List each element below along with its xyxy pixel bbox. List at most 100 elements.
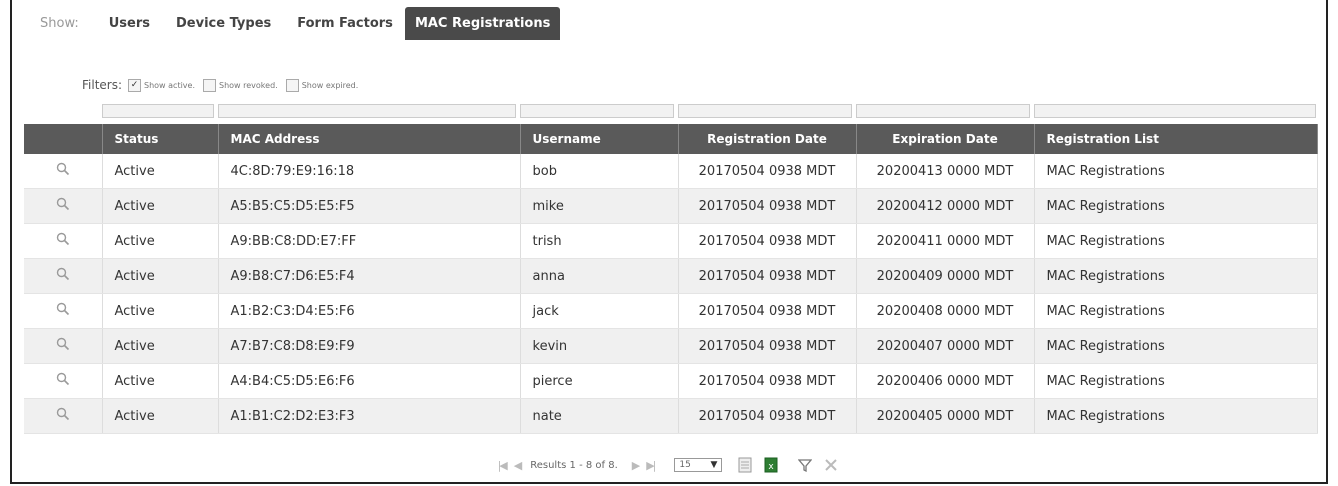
registration-list-cell: MAC Registrations xyxy=(1034,398,1318,434)
table-row[interactable]: Active A1:B1:C2:D2:E3:F3 nate 20170504 0938… xyxy=(24,398,1318,434)
results-count: Results 1 - 8 of 8. xyxy=(530,459,618,471)
mac-address-cell: A1:B2:C3:D4:E5:F6 xyxy=(218,293,521,329)
regdate-filter-input[interactable] xyxy=(678,104,852,118)
table-row[interactable]: Active A9:B8:C7:D6:E5:F4 anna 20170504 0938… xyxy=(24,258,1318,294)
registration-list-cell: MAC Registrations xyxy=(1034,223,1318,259)
mac-registrations-panel: Show: Users Device Types Form Factors MA… xyxy=(10,0,1328,484)
magnifier-icon[interactable] xyxy=(56,162,70,180)
filters-label: Filters: xyxy=(82,78,123,92)
table-row[interactable]: Active A1:B2:C3:D4:E5:F6 jack 20170504 0938… xyxy=(24,293,1318,329)
show-expired-label: Show expired. xyxy=(301,80,359,90)
status-cell: Active xyxy=(102,188,219,224)
show-expired-checkbox[interactable] xyxy=(285,78,299,92)
registration-date-cell: 20170504 0938 MDT xyxy=(678,188,857,224)
magnifier-icon[interactable] xyxy=(56,267,70,285)
show-active-label: Show active. xyxy=(144,80,196,90)
registration-date-cell: 20170504 0938 MDT xyxy=(678,328,857,364)
page-size-select[interactable]: 15 ▼ xyxy=(674,458,723,472)
mac-filter-input[interactable] xyxy=(218,104,516,118)
show-revoked-label: Show revoked. xyxy=(219,80,278,90)
magnifier-icon[interactable] xyxy=(56,197,70,215)
registration-list-cell: MAC Registrations xyxy=(1034,154,1318,189)
row-action-cell xyxy=(24,154,103,189)
expiration-date-cell: 20200412 0000 MDT xyxy=(856,188,1035,224)
excel-icon[interactable]: x xyxy=(764,457,778,473)
tab-mac-registrations[interactable]: MAC Registrations xyxy=(404,6,561,40)
row-action-cell xyxy=(24,328,103,364)
row-action-cell xyxy=(24,363,103,399)
registration-date-cell: 20170504 0938 MDT xyxy=(678,293,857,329)
col-header-status[interactable]: Status xyxy=(102,124,219,154)
page-size-value: 15 xyxy=(679,460,691,470)
mac-address-cell: A4:B4:C5:D5:E6:F6 xyxy=(218,363,521,399)
show-label: Show: xyxy=(40,15,79,31)
col-header-reg-date[interactable]: Registration Date xyxy=(678,124,857,154)
reglist-filter-input[interactable] xyxy=(1034,104,1316,118)
clear-filter-icon[interactable] xyxy=(824,458,838,472)
magnifier-icon[interactable] xyxy=(56,232,70,250)
tab-device-types[interactable]: Device Types xyxy=(176,16,271,31)
show-revoked-checkbox[interactable] xyxy=(203,78,217,92)
table-row[interactable]: Active A9:BB:C8:DD:E7:FF trish 20170504 093… xyxy=(24,223,1318,259)
magnifier-icon[interactable] xyxy=(56,407,70,425)
username-filter-input[interactable] xyxy=(520,104,674,118)
col-header-action xyxy=(24,124,103,154)
col-header-mac[interactable]: MAC Address xyxy=(218,124,521,154)
col-header-exp-date[interactable]: Expiration Date xyxy=(856,124,1035,154)
magnifier-icon[interactable] xyxy=(56,372,70,390)
status-cell: Active xyxy=(102,398,219,434)
table-body: Active 4C:8D:79:E9:16:18 bob 20170504 0938 … xyxy=(24,154,1318,434)
svg-text:x: x xyxy=(769,462,775,472)
export-icon[interactable] xyxy=(738,457,752,473)
expdate-filter-input[interactable] xyxy=(856,104,1030,118)
status-cell: Active xyxy=(102,328,219,364)
col-header-username[interactable]: Username xyxy=(520,124,679,154)
row-action-cell xyxy=(24,398,103,434)
registration-date-cell: 20170504 0938 MDT xyxy=(678,363,857,399)
registration-list-cell: MAC Registrations xyxy=(1034,188,1318,224)
pagination-bar: |◀ ◀ Results 1 - 8 of 8. ▶ ▶| 15 ▼ x xyxy=(12,454,1326,476)
chevron-down-icon: ▼ xyxy=(710,460,718,470)
prev-page-icon[interactable]: ◀ xyxy=(514,459,523,472)
table-row[interactable]: Active A7:B7:C8:D8:E9:F9 kevin 20170504 093… xyxy=(24,328,1318,364)
next-page-icon[interactable]: ▶ xyxy=(632,459,641,472)
registration-date-cell: 20170504 0938 MDT xyxy=(678,154,857,189)
row-action-cell xyxy=(24,293,103,329)
table-header-row: Status MAC Address Username Registration… xyxy=(24,124,1318,154)
show-active-checkbox[interactable]: ✓ xyxy=(128,78,142,92)
expiration-date-cell: 20200411 0000 MDT xyxy=(856,223,1035,259)
filter-icon[interactable] xyxy=(798,458,813,472)
expiration-date-cell: 20200413 0000 MDT xyxy=(856,154,1035,189)
first-page-icon[interactable]: |◀ xyxy=(498,459,508,472)
last-page-icon[interactable]: ▶| xyxy=(646,459,656,472)
magnifier-icon[interactable] xyxy=(56,302,70,320)
status-cell: Active xyxy=(102,363,219,399)
mac-address-cell: A9:BB:C8:DD:E7:FF xyxy=(218,223,521,259)
registration-date-cell: 20170504 0938 MDT xyxy=(678,258,857,294)
status-filter-input[interactable] xyxy=(102,104,214,118)
username-cell: trish xyxy=(520,223,679,259)
registration-list-cell: MAC Registrations xyxy=(1034,258,1318,294)
table-row[interactable]: Active A4:B4:C5:D5:E6:F6 pierce 20170504 09… xyxy=(24,363,1318,399)
col-header-reg-list[interactable]: Registration List xyxy=(1034,124,1318,154)
registration-list-cell: MAC Registrations xyxy=(1034,363,1318,399)
table-row[interactable]: Active 4C:8D:79:E9:16:18 bob 20170504 0938 … xyxy=(24,154,1318,189)
view-tabs: Show: Users Device Types Form Factors MA… xyxy=(40,6,586,40)
expiration-date-cell: 20200408 0000 MDT xyxy=(856,293,1035,329)
row-action-cell xyxy=(24,258,103,294)
registration-date-cell: 20170504 0938 MDT xyxy=(678,223,857,259)
expiration-date-cell: 20200409 0000 MDT xyxy=(856,258,1035,294)
tab-form-factors[interactable]: Form Factors xyxy=(297,16,393,31)
table-row[interactable]: Active A5:B5:C5:D5:E5:F5 mike 20170504 0938… xyxy=(24,188,1318,224)
status-cell: Active xyxy=(102,154,219,189)
expiration-date-cell: 20200405 0000 MDT xyxy=(856,398,1035,434)
mac-registrations-table: Status MAC Address Username Registration… xyxy=(24,124,1318,434)
registration-date-cell: 20170504 0938 MDT xyxy=(678,398,857,434)
username-cell: anna xyxy=(520,258,679,294)
tab-users[interactable]: Users xyxy=(109,16,150,31)
magnifier-icon[interactable] xyxy=(56,337,70,355)
filters-bar: Filters: ✓ Show active. Show revoked. Sh… xyxy=(82,78,366,92)
column-filter-row xyxy=(12,104,1326,120)
username-cell: bob xyxy=(520,154,679,189)
mac-address-cell: A1:B1:C2:D2:E3:F3 xyxy=(218,398,521,434)
